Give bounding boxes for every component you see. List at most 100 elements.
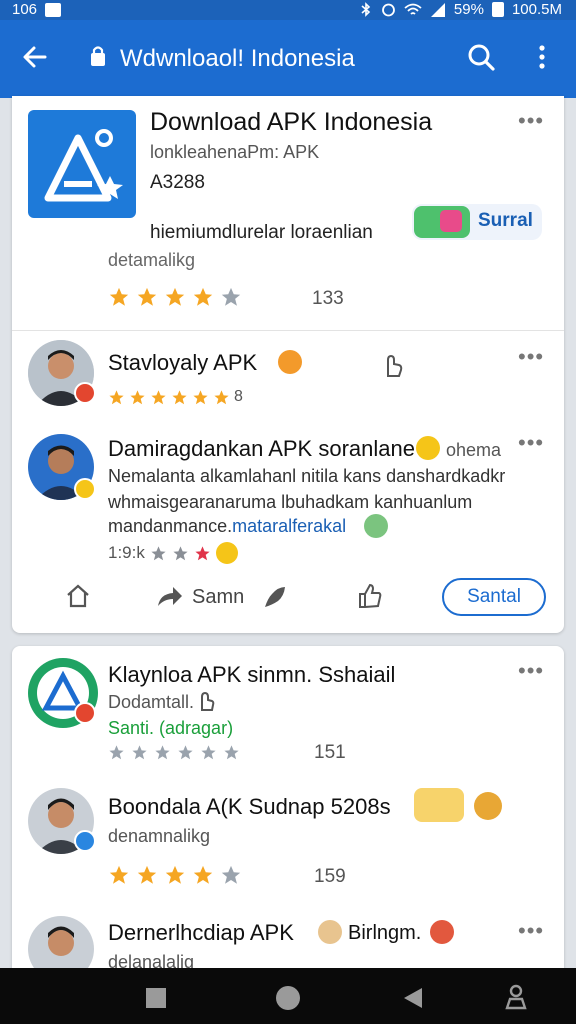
review-line: Nemalanta alkamlahanl nitila kans dansha… <box>108 466 506 486</box>
recents-icon[interactable] <box>146 988 166 1008</box>
list-item-title[interactable]: Klaynloa APK sinmn. Sshaiail <box>108 662 395 688</box>
more-options-icon[interactable]: ••• <box>518 110 544 132</box>
star-icon <box>221 865 241 884</box>
star-icon <box>109 389 124 404</box>
battery-percent: 59% <box>453 1 484 18</box>
review-line: mandanmance.mataralferakal <box>108 516 346 537</box>
pink-app-icon <box>440 210 462 232</box>
emoji-icon <box>318 920 342 944</box>
star-icon <box>132 745 147 760</box>
star-icon <box>137 287 157 306</box>
surral-badge[interactable]: Surral <box>412 204 542 240</box>
search-icon[interactable] <box>466 42 496 72</box>
star-icon <box>221 287 241 306</box>
red-badge-icon <box>74 702 96 724</box>
back-button-icon[interactable] <box>402 986 424 1010</box>
rating-count: 159 <box>314 866 346 887</box>
more-options-icon[interactable]: ••• <box>518 920 544 942</box>
app-subtitle: lonkleahenaPm: APK <box>150 142 320 162</box>
share-arrow-icon[interactable] <box>156 584 184 608</box>
list-item-title[interactable]: Boondala A(K Sudnap 5208s <box>108 794 391 820</box>
reviewer-name[interactable]: Stavloyaly APK <box>108 350 257 376</box>
more-options-icon[interactable]: ••• <box>518 432 544 454</box>
emoji-icon <box>364 514 388 538</box>
app-title[interactable]: Download APK Indonesia <box>150 108 432 137</box>
star-icon <box>130 389 145 404</box>
badge-label: Surral <box>478 210 533 231</box>
star-icon <box>109 287 129 306</box>
rating-count: 151 <box>314 742 346 763</box>
star-icon <box>178 745 193 760</box>
star-icon <box>214 389 229 404</box>
battery-icon <box>491 2 504 17</box>
emoji-badge-icon <box>74 478 96 500</box>
list-item-line: Dodamtall. <box>108 692 195 712</box>
rating-stars <box>108 864 242 886</box>
star-icon <box>109 865 129 884</box>
hand-pointer-icon <box>201 691 215 711</box>
triangle-logo-icon <box>44 129 123 202</box>
list-item-title-suffix: Birlngm. <box>348 922 422 944</box>
more-options-icon[interactable]: ••• <box>518 660 544 682</box>
app-logo[interactable] <box>28 110 136 218</box>
hand-pointer-icon[interactable] <box>380 352 404 378</box>
alarm-icon <box>382 3 395 17</box>
star-icon <box>193 389 208 404</box>
rating-stars <box>108 744 240 761</box>
more-options-icon[interactable]: ••• <box>518 346 544 368</box>
list-item-status: Santi. (adragar) <box>108 718 234 738</box>
star-icon <box>195 545 210 560</box>
star-icon <box>193 865 213 884</box>
star-icon <box>155 745 170 760</box>
lock-icon <box>91 46 105 66</box>
app-list-card: Klaynloa APK sinmn. Sshaiail ••• Dodamta… <box>12 646 564 982</box>
signal-icon <box>430 2 445 17</box>
main-app-card: ••• Download APK Indonesia lonkleahenaPm… <box>12 96 564 633</box>
star-icon <box>172 389 187 404</box>
rating-stars: 8 <box>108 388 243 406</box>
rating-suffix: 8 <box>234 388 243 405</box>
home-icon[interactable] <box>64 582 92 610</box>
wifi-icon <box>404 3 422 15</box>
blue-badge-icon <box>74 830 96 852</box>
star-icon <box>201 745 216 760</box>
star-icon <box>224 745 239 760</box>
review-meta: 1:9:k <box>108 542 238 564</box>
star-icon <box>165 865 185 884</box>
emoji-icon <box>474 792 502 820</box>
rating-count: 133 <box>312 288 344 309</box>
share-label[interactable]: Samn <box>192 586 244 609</box>
app-detail: detamalikg <box>108 250 196 270</box>
home-button-icon[interactable] <box>276 986 300 1010</box>
star-icon <box>137 865 157 884</box>
sticker-icon <box>414 788 464 822</box>
status-time: 106 <box>12 1 38 18</box>
tiger-emoji-icon <box>278 350 302 374</box>
smile-emoji-icon <box>416 436 440 460</box>
review-title-suffix: ohema <box>446 440 502 460</box>
like-icon[interactable] <box>356 582 384 610</box>
divider <box>12 330 564 331</box>
status-bar: 106 59% 100.5M <box>0 0 576 20</box>
accessibility-icon[interactable] <box>504 984 528 1010</box>
comment-icon[interactable] <box>262 584 288 610</box>
review-text: mandanmance. <box>108 516 233 536</box>
more-vert-icon[interactable] <box>532 42 552 72</box>
santal-button[interactable]: Santal <box>442 578 546 616</box>
data-speed: 100.5M <box>511 1 562 18</box>
review-meta-text: 1:9:k <box>108 543 145 562</box>
list-item-title[interactable]: Dernerlhcdiap APK <box>108 920 294 946</box>
star-icon <box>109 745 124 760</box>
emoji-icon <box>430 920 454 944</box>
bluetooth-icon <box>361 2 371 17</box>
arrow-left-icon[interactable] <box>20 42 50 72</box>
review-link[interactable]: mataralferakal <box>232 516 346 536</box>
red-badge-icon <box>74 382 96 404</box>
review-title[interactable]: Damiragdankan APK soranlane <box>108 436 415 462</box>
review-line: whmaisgearanaruma lbuhadkam kanhuanlum <box>108 492 473 512</box>
star-icon <box>165 287 185 306</box>
notification-icon <box>45 2 62 17</box>
app-description: hiemiumdlurelar loraenlian <box>150 222 373 243</box>
page-title[interactable]: Wdwnloaol! Indonesia <box>120 45 355 73</box>
app-bar: Wdwnloaol! Indonesia <box>0 20 576 98</box>
